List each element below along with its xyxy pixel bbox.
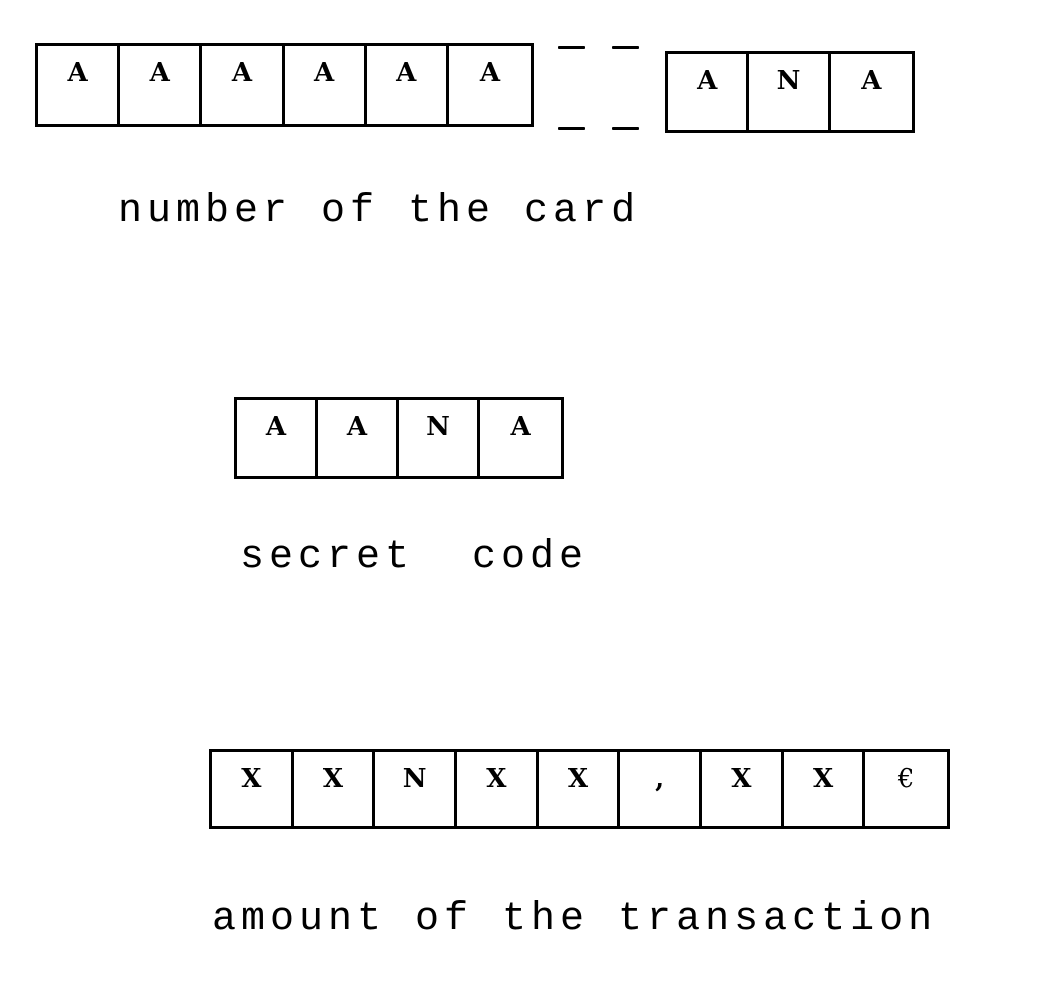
card-number-cell: A xyxy=(202,46,285,124)
transaction-amount-field: X X N X X , X X € xyxy=(209,749,950,829)
secret-code-label: secret code xyxy=(240,535,589,580)
card-number-cell: A xyxy=(120,46,203,124)
card-number-cell: A xyxy=(285,46,367,124)
card-number-cell: A xyxy=(367,46,449,124)
card-number-field-leading: A A A A A A xyxy=(35,43,534,127)
currency-symbol-cell: € xyxy=(897,764,915,794)
card-number-cell: A xyxy=(38,46,121,124)
amount-decimal-separator-cell: , xyxy=(620,752,703,826)
dash-mark xyxy=(558,46,585,49)
dash-mark xyxy=(612,46,639,49)
secret-code-field: A A N A xyxy=(234,397,564,479)
secret-code-cell: A xyxy=(318,400,400,476)
secret-code-cell: A xyxy=(237,400,319,476)
card-number-cell: N xyxy=(749,54,831,130)
amount-cell: N xyxy=(375,752,458,826)
card-number-field-trailing: A N A xyxy=(665,51,915,133)
amount-cell: X xyxy=(784,752,866,826)
transaction-amount-label: amount of the transaction xyxy=(212,897,938,942)
amount-cell: X xyxy=(539,752,621,826)
secret-code-cell: A xyxy=(510,412,531,442)
dash-mark xyxy=(612,127,639,130)
amount-cell: X xyxy=(212,752,294,826)
amount-cell: X xyxy=(457,752,539,826)
amount-cell: X xyxy=(702,752,784,826)
card-number-cell: A xyxy=(668,54,750,130)
card-number-cell: A xyxy=(479,58,501,88)
amount-cell: X xyxy=(294,752,376,826)
card-number-label: number of the card xyxy=(118,189,641,234)
card-number-cell: A xyxy=(861,66,882,96)
secret-code-cell: N xyxy=(399,400,481,476)
dash-mark xyxy=(558,127,585,130)
